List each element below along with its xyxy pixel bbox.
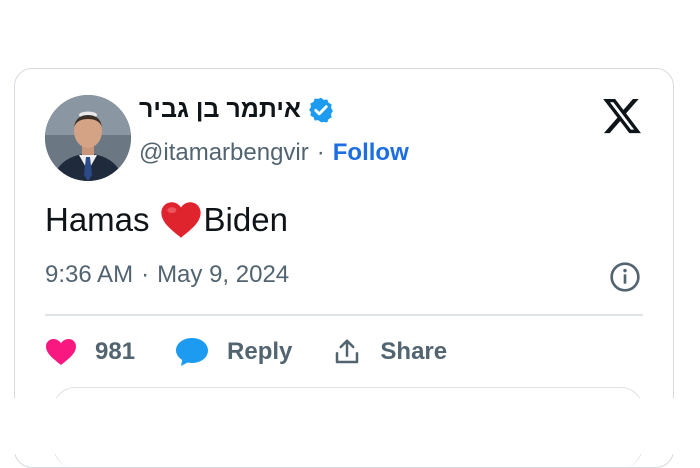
author-name-row[interactable]: איתמר בן גביר (139, 95, 335, 124)
separator-dot: · (316, 139, 325, 166)
share-label: Share (380, 338, 448, 365)
share-icon (336, 339, 359, 364)
tweet-text-part-1: Hamas (45, 201, 150, 238)
divider (45, 314, 643, 316)
follow-button[interactable]: Follow (333, 139, 409, 167)
like-count: 981 (95, 338, 136, 365)
tweet-text-part-2: Biden (203, 201, 288, 238)
author-handle[interactable]: @itamarbengvir (139, 139, 309, 167)
info-icon[interactable] (609, 261, 641, 293)
reply-bubble-icon (176, 338, 209, 366)
verified-badge-icon (309, 97, 333, 122)
red-heart-emoji-icon (160, 202, 201, 238)
tweet-date[interactable]: May 9, 2024 (157, 261, 289, 289)
share-button[interactable]: Share (332, 337, 447, 367)
bottom-background (0, 398, 700, 454)
reply-label: Reply (227, 338, 293, 365)
action-bar: 981 Reply Share (45, 332, 487, 372)
reply-button[interactable]: Reply (175, 337, 292, 367)
tweet-text: Hamas Biden (45, 201, 288, 239)
timestamp-row[interactable]: 9:36 AM · May 9, 2024 (45, 261, 289, 289)
tweet-time[interactable]: 9:36 AM (45, 261, 133, 289)
x-logo-icon[interactable] (601, 95, 643, 137)
like-heart-icon (46, 339, 76, 365)
like-button[interactable]: 981 (45, 338, 135, 366)
separator-dot: · (141, 261, 150, 288)
handle-row: @itamarbengvir · Follow (139, 139, 409, 167)
author-name[interactable]: איתמר בן גביר (139, 95, 301, 124)
avatar[interactable] (45, 95, 131, 181)
